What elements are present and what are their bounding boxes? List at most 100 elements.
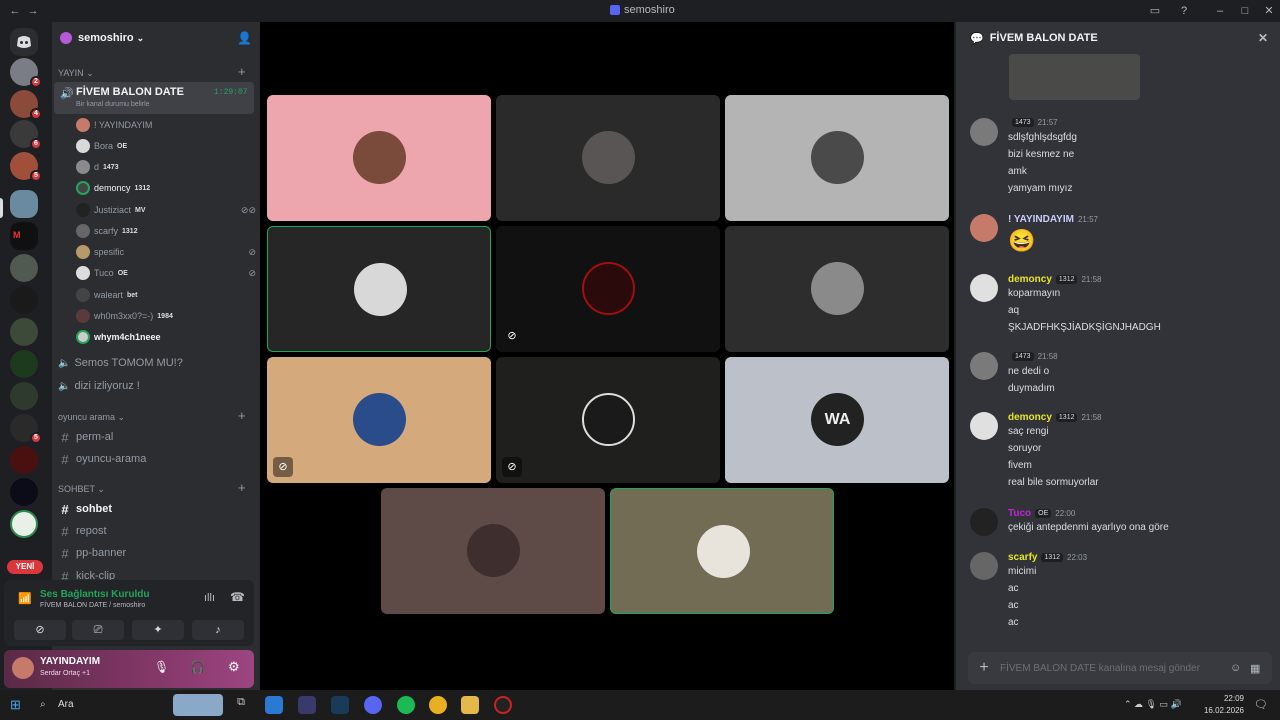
voice-user[interactable]: waleart bet	[76, 288, 256, 302]
minimize-icon[interactable]: –	[1213, 4, 1227, 18]
avatar[interactable]	[970, 214, 998, 242]
server-avatar[interactable]	[10, 318, 38, 346]
participant-tile[interactable]: ⊘	[496, 357, 720, 483]
category-oyuncu-arama[interactable]: oyuncu arama ⌄	[58, 412, 125, 423]
participant-tile[interactable]	[496, 95, 720, 221]
close-window-icon[interactable]: ✕	[1262, 4, 1276, 18]
camera-button[interactable]: ⊘	[14, 620, 66, 640]
avatar[interactable]	[970, 118, 998, 146]
server-avatar[interactable]: 6	[10, 120, 42, 150]
file-explorer-icon[interactable]	[461, 696, 479, 714]
notification-icon[interactable]: 🗨	[1254, 698, 1268, 711]
maximize-icon[interactable]: □	[1238, 4, 1252, 18]
participant-tile[interactable]	[725, 95, 949, 221]
voice-user-speaking[interactable]: demoncy 1312	[76, 181, 256, 195]
microphone-icon[interactable]: 🎙	[154, 660, 169, 674]
server-avatar[interactable]	[10, 510, 38, 538]
message-author[interactable]: Tuco	[1008, 508, 1031, 519]
tray-icons[interactable]: ⌃ ☁ 🎙 ▭ 🔊	[1124, 699, 1182, 710]
participant-tile[interactable]	[267, 95, 491, 221]
server-avatar[interactable]	[10, 382, 38, 410]
server-avatar[interactable]	[10, 254, 38, 282]
task-view-icon[interactable]: ⧉	[232, 696, 250, 714]
server-avatar[interactable]: M	[10, 222, 38, 250]
avatar[interactable]	[970, 274, 998, 302]
participant-tile[interactable]	[725, 226, 949, 352]
store-icon[interactable]	[298, 696, 316, 714]
voice-channel-active[interactable]: 🔊 FİVEM BALON DATE 1:29:07 Bir kanal dur…	[54, 82, 254, 114]
message-input[interactable]: + FİVEM BALON DATE kanalına mesaj gönder…	[968, 652, 1272, 684]
add-member-icon[interactable]: 👤	[237, 31, 252, 45]
category-yayin[interactable]: YAYIN ⌄	[58, 68, 94, 79]
participant-tile-speaking[interactable]	[267, 226, 491, 352]
activities-button[interactable]: ✦	[132, 620, 184, 640]
apps-icon[interactable]: ▦	[1250, 662, 1272, 675]
voice-user[interactable]: wh0m3xx0?=-) 1984	[76, 309, 256, 323]
add-channel-icon[interactable]: +	[238, 408, 246, 423]
avatar[interactable]	[970, 352, 998, 380]
text-channel[interactable]: # pp-banner	[54, 544, 254, 562]
server-avatar[interactable]: 5	[10, 152, 42, 182]
voice-user[interactable]: ! YAYINDAYIM	[76, 118, 256, 132]
steam-icon[interactable]	[331, 696, 349, 714]
server-avatar[interactable]: 2	[10, 58, 42, 88]
participant-tile[interactable]: ⊘	[267, 357, 491, 483]
disconnect-icon[interactable]: ☎	[230, 590, 245, 604]
app-icon[interactable]	[494, 696, 512, 714]
participant-tile-speaking[interactable]	[610, 488, 834, 614]
share-screen-button[interactable]: ⎚	[72, 620, 124, 640]
avatar[interactable]	[970, 412, 998, 440]
message-author[interactable]: demoncy	[1008, 412, 1052, 423]
participant-tile[interactable]: ⊘	[496, 226, 720, 352]
spotify-icon[interactable]	[397, 696, 415, 714]
image-attachment[interactable]	[1009, 54, 1140, 100]
server-header[interactable]: semoshiro ⌄ 👤	[52, 22, 260, 54]
voice-user[interactable]: scarfy 1312	[76, 224, 256, 238]
voice-channel[interactable]: 🔈 dizi izliyoruz !	[54, 380, 254, 392]
avatar[interactable]	[970, 508, 998, 536]
forward-arrow-icon[interactable]: →	[26, 4, 40, 18]
help-icon[interactable]: ?	[1177, 4, 1191, 18]
settings-gear-icon[interactable]: ⚙	[228, 659, 240, 675]
participant-tile[interactable]: WA	[725, 357, 949, 483]
outlook-icon[interactable]	[265, 696, 283, 714]
server-avatar[interactable]	[10, 446, 38, 474]
server-avatar[interactable]	[10, 478, 38, 506]
windows-start-icon[interactable]: ⊞	[10, 697, 21, 713]
server-avatar-active[interactable]	[10, 190, 38, 218]
server-avatar[interactable]: 5	[10, 414, 42, 444]
voice-channel[interactable]: 🔈 Semos TOMOM MU!?	[54, 357, 254, 369]
voice-user[interactable]: d 1473	[76, 160, 256, 174]
message-author[interactable]: scarfy	[1008, 552, 1037, 563]
participant-tile[interactable]	[381, 488, 605, 614]
add-attachment-icon[interactable]: +	[968, 659, 1000, 677]
server-avatar[interactable]: 4	[10, 90, 42, 120]
voice-user[interactable]: Justiziact MV ⊘⊘	[76, 203, 256, 217]
category-sohbet[interactable]: SOHBET ⌄	[58, 484, 105, 495]
channel-status[interactable]: Bir kanal durumu belirle	[76, 101, 150, 108]
text-channel[interactable]: # oyuncu-arama	[54, 450, 254, 468]
back-arrow-icon[interactable]: ←	[8, 4, 22, 18]
noise-suppression-icon[interactable]: ıllı	[204, 592, 215, 604]
signal-icon[interactable]: 📶	[18, 592, 32, 605]
voice-user[interactable]: spesific ⊘	[76, 245, 256, 259]
text-channel[interactable]: # perm-al	[54, 428, 254, 446]
chrome-icon[interactable]	[429, 696, 447, 714]
discord-home-icon[interactable]	[10, 28, 38, 56]
add-channel-icon[interactable]: +	[238, 64, 246, 79]
message-author[interactable]: ! YAYINDAYIM	[1008, 214, 1074, 225]
server-avatar[interactable]	[10, 286, 38, 314]
text-channel-unread[interactable]: # sohbet	[54, 500, 254, 518]
emoji-icon[interactable]: ☺	[1230, 662, 1250, 674]
avatar[interactable]	[12, 657, 34, 679]
server-avatar[interactable]	[10, 350, 38, 378]
voice-user-speaking[interactable]: whym4ch1neee	[76, 330, 256, 344]
voice-user[interactable]: Tuco OE ⊘	[76, 266, 256, 280]
discord-taskbar-icon[interactable]	[364, 696, 382, 714]
message-author[interactable]: demoncy	[1008, 274, 1052, 285]
text-channel[interactable]: # repost	[54, 522, 254, 540]
add-channel-icon[interactable]: +	[238, 480, 246, 495]
avatar[interactable]	[970, 552, 998, 580]
voice-user[interactable]: Bora OE	[76, 139, 256, 153]
close-icon[interactable]: ✕	[1258, 31, 1268, 45]
